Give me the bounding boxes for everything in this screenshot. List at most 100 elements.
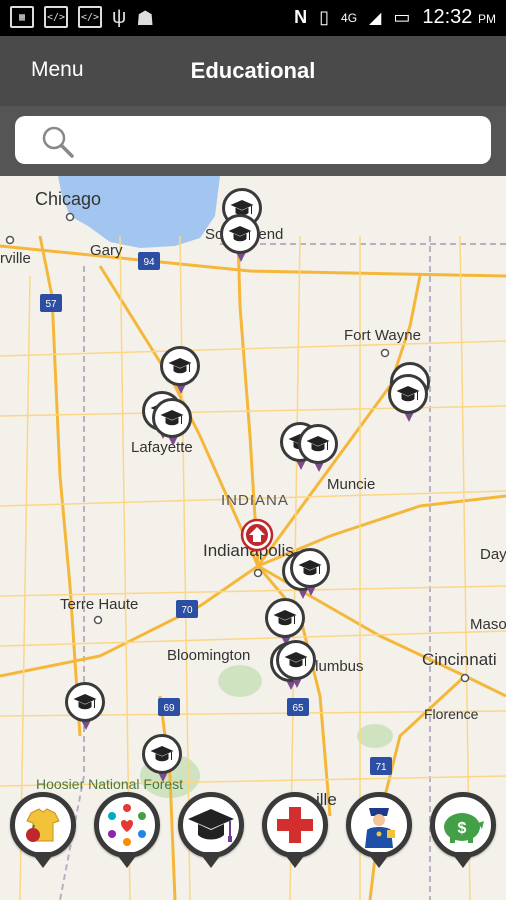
graduation-cap-icon	[228, 226, 252, 242]
category-tail	[283, 852, 307, 868]
category-circle	[178, 792, 244, 858]
clock: 12:32 PM	[422, 6, 496, 29]
clock-ampm: PM	[478, 12, 496, 26]
city-label: Fort Wayne	[344, 327, 421, 344]
category-medical[interactable]	[262, 792, 328, 872]
category-tail	[115, 852, 139, 868]
city-label: Florence	[424, 706, 479, 722]
people-heart-icon	[108, 804, 146, 846]
red-cross-icon	[277, 807, 313, 843]
city-label: Chicago	[35, 189, 102, 209]
city-label: rville	[0, 250, 31, 267]
graduation-cap-icon	[284, 652, 308, 668]
graduation-cap-icon	[396, 386, 420, 402]
city-label: Maso	[470, 616, 506, 633]
search-icon	[42, 126, 74, 158]
svg-text:65: 65	[292, 703, 304, 714]
lake-michigan	[58, 176, 220, 248]
svg-text:71: 71	[375, 762, 387, 773]
shield-71: 71	[370, 757, 392, 775]
category-circle: $	[430, 792, 496, 858]
app-bar: Menu Educational	[0, 36, 506, 106]
shield-65: 65	[287, 698, 309, 716]
category-tail	[451, 852, 475, 868]
category-tail	[31, 852, 55, 868]
educational-location-pin[interactable]	[298, 424, 342, 478]
pin-circle	[298, 424, 338, 464]
category-educational[interactable]	[178, 792, 244, 872]
graduation-cap-icon	[160, 410, 184, 426]
graduation-cap-icon	[273, 610, 297, 626]
city-label: Terre Haute	[60, 596, 139, 613]
category-circle	[346, 792, 412, 858]
graduation-cap-icon	[298, 560, 322, 576]
shield-70: 70	[176, 600, 198, 618]
pin-circle	[152, 398, 192, 438]
piggy-bank-icon: $	[444, 813, 484, 843]
educational-location-pin[interactable]	[65, 682, 109, 736]
graduation-cap-icon	[150, 746, 174, 762]
page-title: Educational	[190, 58, 316, 83]
pin-circle	[220, 214, 260, 254]
pin-circle	[276, 640, 316, 680]
android-icon: ☗	[136, 8, 155, 30]
category-tail	[367, 852, 391, 868]
search-input[interactable]	[87, 126, 481, 156]
category-food-clothing[interactable]	[10, 792, 76, 872]
signal-icon: ◢	[369, 9, 382, 27]
category-financial[interactable]: $	[430, 792, 496, 872]
pin-circle	[142, 734, 182, 774]
search-bar-container	[0, 106, 506, 176]
educational-location-pin[interactable]	[276, 640, 320, 694]
category-bar: $	[0, 790, 506, 900]
educational-location-pin[interactable]	[142, 734, 186, 788]
keyboard-icon: ▦	[10, 6, 34, 28]
usb-icon: ψ	[112, 6, 127, 28]
vibrate-icon: ▯	[319, 7, 330, 27]
graduation-cap-icon	[306, 436, 330, 452]
state-label: INDIANA	[221, 492, 289, 509]
police-officer-icon	[365, 808, 395, 848]
svg-text:94: 94	[143, 257, 155, 268]
category-community[interactable]	[94, 792, 160, 872]
shield-57: 57	[40, 294, 62, 312]
educational-location-pin[interactable]	[152, 398, 196, 452]
educational-location-pin[interactable]	[388, 374, 432, 428]
pin-circle	[160, 346, 200, 386]
city-label: Bloomington	[167, 647, 251, 664]
network-type: 4G	[341, 10, 358, 25]
graduation-cap-icon	[188, 809, 234, 842]
graduation-cap-icon	[73, 694, 97, 710]
search-box[interactable]	[15, 116, 491, 164]
city-label: Cincinnati	[422, 650, 497, 669]
educational-location-pin[interactable]	[220, 214, 264, 268]
pin-circle	[388, 374, 428, 414]
city-label: Gary	[90, 242, 123, 259]
home-marker-icon[interactable]	[240, 518, 274, 552]
category-public-safety[interactable]	[346, 792, 412, 872]
battery-charging-icon: ▭	[393, 7, 411, 27]
clock-time: 12:32	[422, 6, 473, 28]
shirt-apple-icon	[26, 808, 60, 842]
educational-location-pin[interactable]	[290, 548, 334, 602]
pin-circle	[265, 598, 305, 638]
status-right-icons: N ▯ 4G ◢ ▭ 12:32 PM	[294, 6, 496, 29]
shield-69: 69	[158, 698, 180, 716]
category-circle	[262, 792, 328, 858]
status-left-icons: ▦ </> </> ψ ☗	[10, 6, 154, 31]
category-circle	[10, 792, 76, 858]
svg-text:$: $	[458, 820, 467, 837]
code-icon: </>	[44, 6, 68, 28]
nfc-icon: N	[294, 7, 308, 27]
pin-circle	[290, 548, 330, 588]
svg-text:57: 57	[45, 299, 57, 310]
shield-94: 94	[138, 252, 160, 270]
svg-text:70: 70	[181, 605, 193, 616]
city-label: Day	[480, 546, 506, 563]
category-tail	[199, 852, 223, 868]
forest-area	[218, 665, 262, 697]
code-icon: </>	[78, 6, 102, 28]
city-label: Muncie	[327, 476, 376, 493]
pin-circle	[65, 682, 105, 722]
forest-area	[357, 724, 393, 748]
